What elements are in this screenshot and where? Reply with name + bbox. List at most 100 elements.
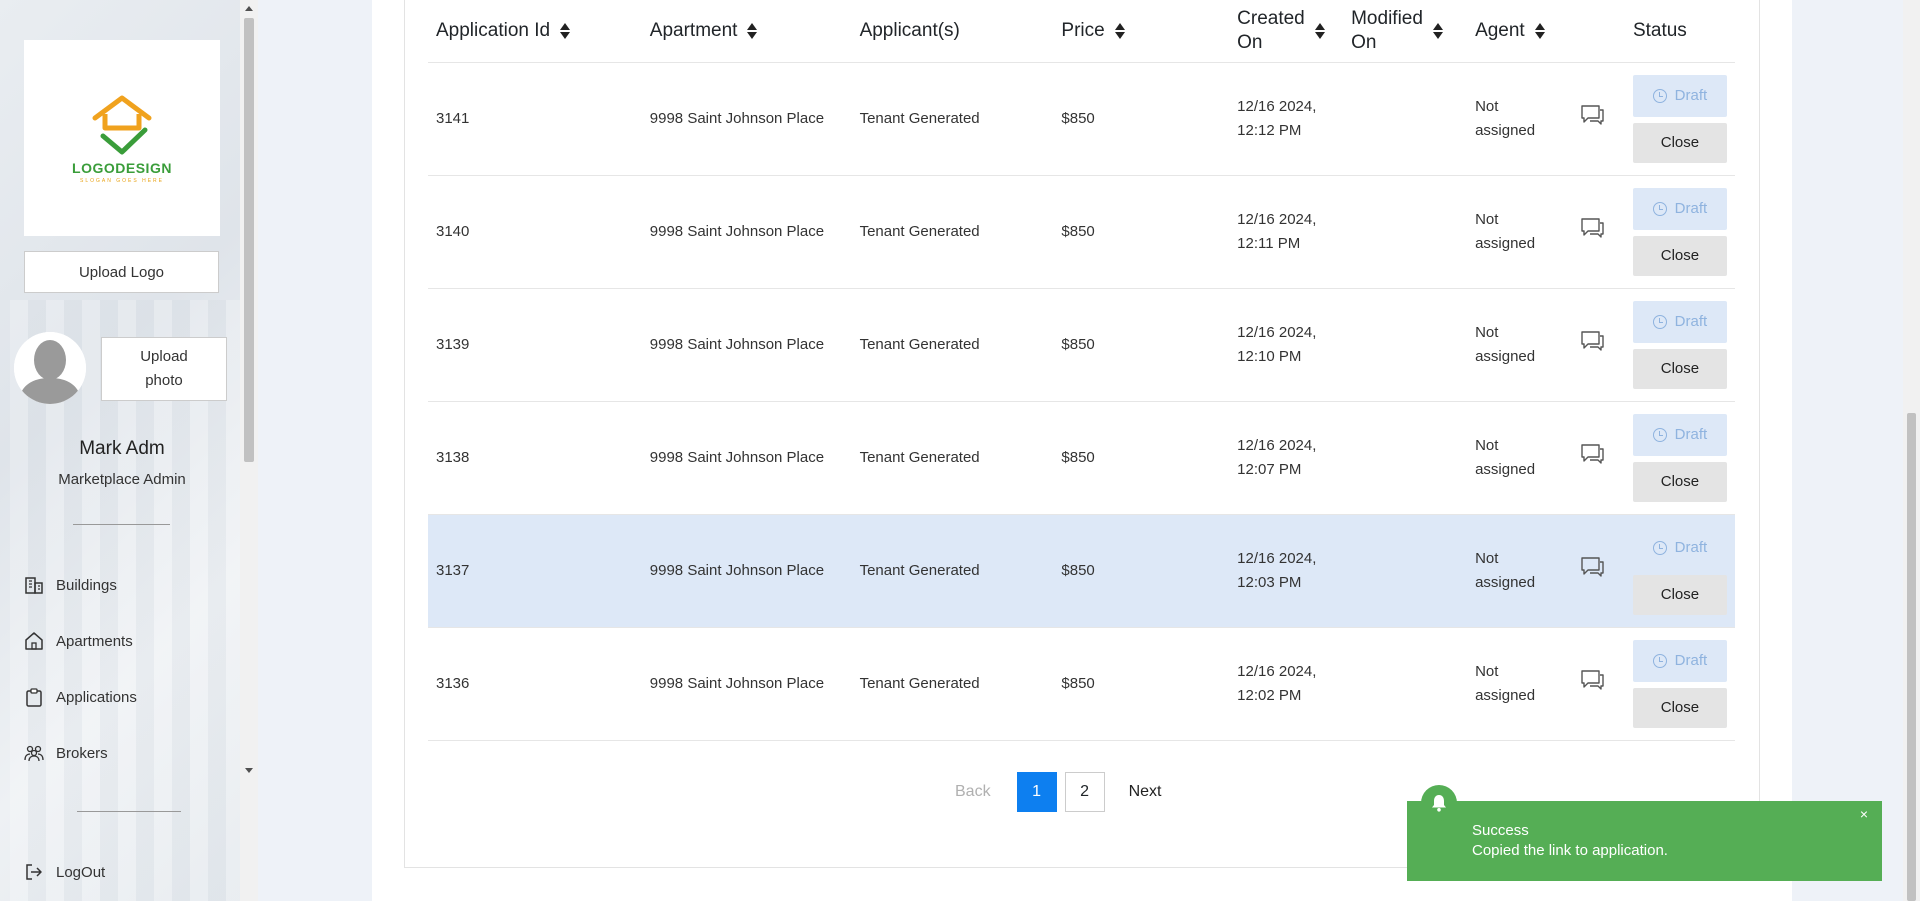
cell-created-on: 12/16 2024, 12:10 PM bbox=[1229, 288, 1344, 402]
scroll-up-arrow-icon[interactable] bbox=[245, 6, 253, 11]
scrollbar-thumb[interactable] bbox=[1907, 413, 1916, 901]
sidebar-item-buildings[interactable]: Buildings bbox=[24, 575, 117, 595]
column-header-created-on[interactable]: Created On bbox=[1229, 0, 1344, 63]
draft-status-button[interactable]: Draft bbox=[1632, 413, 1727, 456]
pagination-back-button[interactable]: Back bbox=[955, 783, 991, 801]
close-icon[interactable]: × bbox=[1860, 806, 1868, 822]
status-label: Draft bbox=[1674, 199, 1708, 217]
table-row[interactable]: 3141 9998 Saint Johnson Place Tenant Gener… bbox=[428, 62, 1735, 176]
upload-photo-label: Upload photo bbox=[140, 348, 188, 389]
sort-icon[interactable] bbox=[1432, 22, 1443, 39]
close-application-button[interactable]: Close bbox=[1632, 574, 1727, 615]
table-row[interactable]: 3138 9998 Saint Johnson Place Tenant Gener… bbox=[428, 401, 1735, 515]
pagination: Back 1 2 Next bbox=[955, 772, 1161, 812]
cell-created-on: 12/16 2024, 12:07 PM bbox=[1229, 401, 1344, 515]
sort-icon[interactable] bbox=[1114, 22, 1125, 39]
status-label: Draft bbox=[1674, 538, 1708, 556]
logout-button[interactable]: LogOut bbox=[24, 862, 105, 882]
draft-status-button[interactable]: Draft bbox=[1632, 187, 1727, 230]
scrollbar-thumb[interactable] bbox=[244, 18, 254, 462]
bell-icon bbox=[1421, 785, 1457, 821]
chat-icon[interactable] bbox=[1579, 216, 1605, 248]
column-header-price[interactable]: Price bbox=[1053, 0, 1230, 63]
status-label: Draft bbox=[1674, 425, 1708, 443]
cell-created-on: 12/16 2024, 12:11 PM bbox=[1229, 175, 1344, 289]
sort-icon[interactable] bbox=[747, 22, 758, 39]
pagination-page-2[interactable]: 2 bbox=[1064, 772, 1105, 812]
chat-icon[interactable] bbox=[1579, 668, 1605, 700]
table-row[interactable]: 3137 9998 Saint Johnson Place Tenant Gener… bbox=[428, 514, 1735, 628]
cell-status: Draft Close bbox=[1624, 288, 1735, 402]
close-application-button[interactable]: Close bbox=[1632, 235, 1727, 276]
cell-modified-on bbox=[1343, 288, 1468, 402]
cell-chat bbox=[1570, 175, 1625, 289]
logo-house-icon bbox=[92, 95, 152, 155]
close-application-button[interactable]: Close bbox=[1632, 122, 1727, 163]
sidebar-item-label: Brokers bbox=[56, 744, 108, 762]
cell-application-id: 3136 bbox=[428, 627, 642, 741]
table-row[interactable]: 3139 9998 Saint Johnson Place Tenant Gener… bbox=[428, 288, 1735, 402]
sidebar-item-applications[interactable]: Applications bbox=[24, 687, 137, 707]
table-row[interactable]: 3136 9998 Saint Johnson Place Tenant Gener… bbox=[428, 627, 1735, 741]
logout-label: LogOut bbox=[56, 863, 106, 881]
scroll-down-arrow-icon[interactable] bbox=[245, 768, 253, 773]
close-application-button[interactable]: Close bbox=[1632, 687, 1727, 728]
table-row[interactable]: 3140 9998 Saint Johnson Place Tenant Gener… bbox=[428, 175, 1735, 289]
pagination-next-button[interactable]: Next bbox=[1129, 783, 1162, 801]
logo-title: LOGODESIGN bbox=[72, 160, 172, 176]
close-application-button[interactable]: Close bbox=[1632, 461, 1727, 502]
sort-icon[interactable] bbox=[1534, 22, 1545, 39]
draft-status-button[interactable]: Draft bbox=[1633, 527, 1727, 569]
column-header-apartment[interactable]: Apartment bbox=[641, 0, 852, 63]
column-header-modified-on[interactable]: Modified On bbox=[1343, 0, 1468, 63]
column-header-chat bbox=[1570, 0, 1625, 63]
status-label: Draft bbox=[1674, 312, 1708, 330]
cell-price: $850 bbox=[1053, 514, 1230, 628]
cell-apartment: 9998 Saint Johnson Place bbox=[641, 62, 852, 176]
cell-price: $850 bbox=[1053, 62, 1230, 176]
upload-logo-button[interactable]: Upload Logo bbox=[24, 251, 219, 293]
header-label: Modified On bbox=[1351, 7, 1423, 53]
pagination-page-1[interactable]: 1 bbox=[1016, 772, 1057, 812]
chat-icon[interactable] bbox=[1579, 329, 1605, 361]
status-label: Draft bbox=[1674, 86, 1708, 104]
cell-agent: Not assigned bbox=[1467, 62, 1571, 176]
sidebar: LOGODESIGN SLOGAN GOES HERE Upload Logo … bbox=[0, 0, 258, 901]
user-silhouette-icon bbox=[14, 332, 86, 404]
building-icon bbox=[24, 575, 44, 595]
sort-icon[interactable] bbox=[560, 22, 571, 39]
avatar bbox=[14, 332, 86, 404]
header-label: Apartment bbox=[649, 19, 738, 41]
header-label: Created On bbox=[1237, 7, 1305, 53]
sidebar-divider bbox=[77, 811, 181, 812]
page-scrollbar[interactable] bbox=[1903, 0, 1920, 901]
chat-icon[interactable] bbox=[1579, 442, 1605, 474]
upload-photo-button[interactable]: Upload photo bbox=[101, 337, 227, 401]
column-header-application-id[interactable]: Application Id bbox=[428, 0, 642, 63]
clock-icon bbox=[1652, 314, 1667, 329]
chat-icon[interactable] bbox=[1579, 555, 1605, 587]
cell-application-id: 3138 bbox=[428, 401, 642, 515]
logout-icon bbox=[24, 862, 44, 882]
draft-status-button[interactable]: Draft bbox=[1632, 300, 1727, 343]
header-label: Applicant(s) bbox=[859, 19, 960, 41]
column-header-agent[interactable]: Agent bbox=[1467, 0, 1571, 63]
cell-application-id: 3140 bbox=[428, 175, 642, 289]
close-application-button[interactable]: Close bbox=[1632, 348, 1727, 389]
cell-chat bbox=[1570, 62, 1625, 176]
cell-applicants: Tenant Generated bbox=[851, 401, 1054, 515]
users-icon bbox=[24, 743, 44, 763]
chat-icon[interactable] bbox=[1579, 103, 1605, 135]
cell-chat bbox=[1570, 627, 1625, 741]
success-toast: Success Copied the link to application. … bbox=[1407, 785, 1882, 881]
sidebar-scrollbar[interactable] bbox=[240, 0, 258, 901]
sort-icon[interactable] bbox=[1314, 22, 1325, 39]
draft-status-button[interactable]: Draft bbox=[1632, 639, 1727, 682]
draft-status-button[interactable]: Draft bbox=[1632, 74, 1727, 117]
sidebar-item-apartments[interactable]: Apartments bbox=[24, 631, 133, 651]
sidebar-item-brokers[interactable]: Brokers bbox=[24, 743, 108, 763]
clock-icon bbox=[1652, 88, 1667, 103]
cell-applicants: Tenant Generated bbox=[851, 62, 1054, 176]
cell-agent: Not assigned bbox=[1467, 175, 1571, 289]
logo-slogan: SLOGAN GOES HERE bbox=[80, 178, 164, 184]
